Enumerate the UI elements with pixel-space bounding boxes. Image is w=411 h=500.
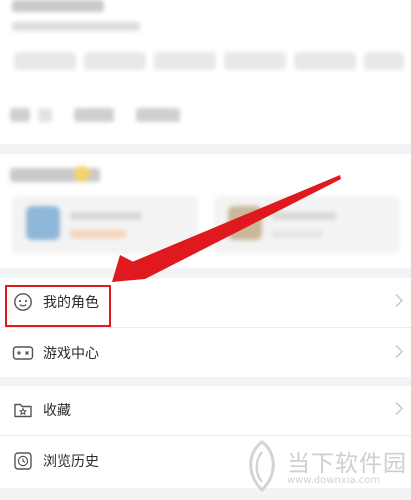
- game-icon: [26, 206, 60, 240]
- watermark-title: 当下软件园: [287, 451, 407, 477]
- stat-value: [10, 108, 30, 122]
- leaf-logo-icon: [249, 440, 275, 493]
- badge-dot: [74, 166, 90, 182]
- game-icon: [228, 206, 262, 240]
- highlight-box: [5, 285, 111, 327]
- profile-tag[interactable]: [224, 52, 286, 70]
- clock-icon: [12, 450, 34, 472]
- game-subtitle: [272, 230, 322, 238]
- game-subtitle: [70, 230, 126, 238]
- divider: [0, 327, 411, 328]
- profile-tag[interactable]: [294, 52, 356, 70]
- stat-value: [136, 108, 180, 122]
- chevron-right-icon: [395, 401, 403, 420]
- section-separator: [0, 268, 411, 278]
- stat-value: [74, 108, 114, 122]
- site-watermark: 当下软件园 www.downxia.com: [240, 438, 408, 496]
- menu-item-label: 浏览历史: [43, 454, 99, 470]
- section-separator: [0, 377, 411, 386]
- divider: [0, 435, 411, 436]
- profile-tag[interactable]: [84, 52, 146, 70]
- menu-item-label: 收藏: [43, 403, 71, 419]
- profile-subtitle: [12, 22, 140, 31]
- profile-tag[interactable]: [14, 52, 76, 70]
- gamepad-icon: [12, 342, 34, 364]
- game-title: [70, 212, 142, 220]
- stat-label: [38, 108, 52, 122]
- folder-star-icon: [12, 399, 34, 421]
- menu-item-favorites[interactable]: 收藏: [0, 386, 411, 434]
- profile-name: [12, 0, 104, 12]
- game-title: [272, 212, 336, 220]
- menu-item-label: 游戏中心: [43, 346, 99, 362]
- chevron-right-icon: [395, 344, 403, 363]
- chevron-right-icon: [395, 293, 403, 312]
- profile-tag[interactable]: [364, 52, 404, 70]
- watermark-url: www.downxia.com: [287, 475, 381, 486]
- section-separator: [0, 144, 411, 154]
- profile-tag[interactable]: [154, 52, 216, 70]
- menu-item-game-center[interactable]: 游戏中心: [0, 329, 411, 377]
